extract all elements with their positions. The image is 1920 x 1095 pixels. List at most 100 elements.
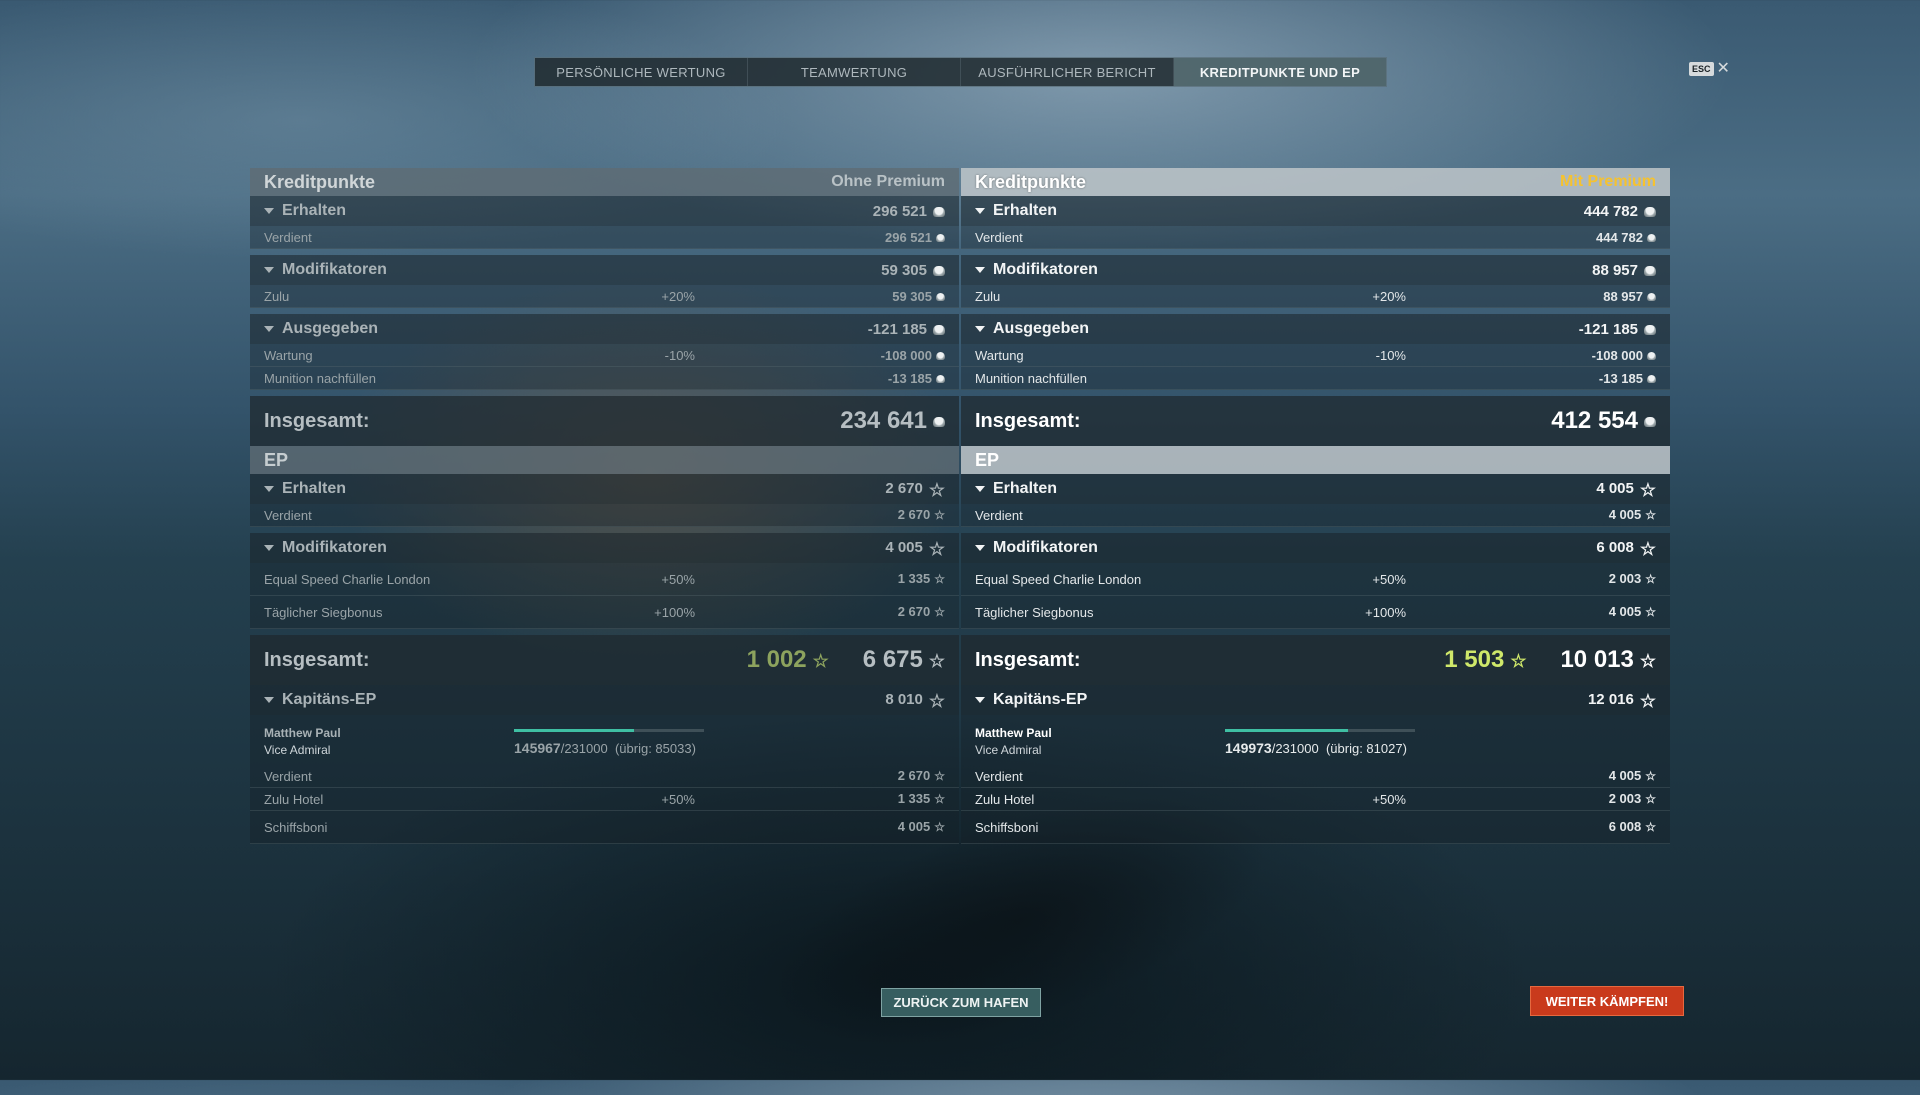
row-value: 2 670 ☆ — [897, 506, 945, 523]
row-label: Verdient — [975, 229, 1023, 245]
captain-row-earned: Verdient 2 670 ☆ — [250, 765, 959, 788]
total-value: 6 675 ☆ — [862, 646, 945, 673]
xp-star-icon: ☆ — [1645, 820, 1656, 835]
credits-coin-icon — [1647, 293, 1656, 302]
captain-rank: Vice Admiral — [264, 743, 331, 757]
credits-coin-icon — [1647, 375, 1656, 384]
row-label: Täglicher Siegbonus — [264, 604, 383, 620]
xp-star-icon: ☆ — [1510, 650, 1527, 671]
xp-earned-section[interactable]: Erhalten 2 670 ☆ — [250, 474, 959, 504]
section-label: Erhalten — [993, 202, 1058, 219]
continue-battle-button[interactable]: WEITER KÄMPFEN! — [1530, 986, 1684, 1016]
back-to-port-button[interactable]: ZURÜCK ZUM HAFEN — [881, 988, 1041, 1017]
credits-spent-section[interactable]: Ausgegeben -121 185 — [250, 314, 959, 344]
section-label: Modifikatoren — [282, 261, 387, 278]
captain-xp-section[interactable]: Kapitäns-EP 8 010 ☆ — [250, 685, 959, 715]
credits-modifiers-section[interactable]: Modifikatoren 59 305 — [250, 255, 959, 285]
row-label: Equal Speed Charlie London — [975, 571, 1142, 587]
close-button[interactable]: ESC ✕ — [1689, 60, 1730, 77]
xp-star-icon: ☆ — [934, 572, 945, 587]
row-value: 296 521 — [845, 230, 945, 245]
xp-earned-section[interactable]: Erhalten 4 005 ☆ — [961, 474, 1670, 504]
row-percent: +50% — [661, 791, 695, 807]
account-type-label: Mit Premium — [1559, 173, 1656, 190]
total-label: Insgesamt: — [264, 648, 370, 671]
credits-row-zulu: Zulu +20% 88 957 — [961, 285, 1670, 308]
captain-progress-text: 149973/231000 (übrig: 81027) — [1225, 740, 1407, 756]
triangle-down-icon — [264, 545, 274, 551]
section-value: -121 185 — [1579, 321, 1656, 338]
xp-row-signal-escl: Equal Speed Charlie London +50% 2 003 ☆ — [961, 563, 1670, 596]
free-xp-value: 1 503 ☆ — [1444, 646, 1527, 673]
section-label: Kapitäns-EP — [993, 691, 1088, 708]
xp-star-icon: ☆ — [1645, 769, 1656, 784]
row-percent: +100% — [1365, 604, 1406, 620]
row-value: -108 000 — [1556, 348, 1656, 363]
row-label: Verdient — [264, 229, 312, 245]
captain-info: Matthew Paul Vice Admiral 149973/231000 … — [961, 715, 1670, 765]
captain-row-zulu-hotel: Zulu Hotel +50% 1 335 ☆ — [250, 788, 959, 811]
tab-detailed-report[interactable]: AUSFÜHRLICHER BERICHT — [961, 58, 1174, 86]
captain-progress-bar — [514, 729, 704, 732]
xp-star-icon: ☆ — [1645, 792, 1656, 807]
credits-coin-icon — [933, 265, 945, 276]
section-label: Erhalten — [282, 480, 347, 497]
row-percent: -10% — [664, 347, 695, 363]
xp-star-icon: ☆ — [1645, 572, 1656, 587]
free-xp-value: 1 002 ☆ — [746, 646, 829, 673]
section-value: 59 305 — [881, 262, 945, 279]
row-label: Verdient — [264, 507, 312, 523]
row-value: 1 335 ☆ — [897, 570, 945, 587]
credits-row-earned: Verdient 296 521 — [250, 226, 959, 249]
row-label: Zulu Hotel — [975, 791, 1035, 807]
tab-credits-and-xp[interactable]: KREDITPUNKTE UND EP — [1174, 58, 1386, 86]
credits-earned-section[interactable]: Erhalten 444 782 — [961, 196, 1670, 226]
tab-personal-score[interactable]: PERSÖNLICHE WERTUNG — [535, 58, 748, 86]
captain-row-zulu-hotel: Zulu Hotel +50% 2 003 ☆ — [961, 788, 1670, 811]
xp-modifiers-section[interactable]: Modifikatoren 4 005 ☆ — [250, 533, 959, 563]
xp-modifiers-section[interactable]: Modifikatoren 6 008 ☆ — [961, 533, 1670, 563]
credits-modifiers-section[interactable]: Modifikatoren 88 957 — [961, 255, 1670, 285]
row-percent: +50% — [1372, 791, 1406, 807]
row-label: Equal Speed Charlie London — [264, 571, 431, 587]
credits-total: Insgesamt: 234 641 — [250, 396, 959, 446]
xp-star-icon: ☆ — [1639, 650, 1656, 671]
section-value: 12 016 ☆ — [1587, 690, 1656, 711]
xp-header: EP — [250, 446, 959, 474]
row-value: 444 782 — [1556, 230, 1656, 245]
section-value: 2 670 ☆ — [885, 479, 945, 500]
total-value: 234 641 — [840, 407, 945, 435]
xp-star-icon: ☆ — [928, 650, 945, 671]
section-value: 444 782 — [1584, 203, 1656, 220]
section-label: Ausgegeben — [993, 320, 1090, 337]
xp-star-icon: ☆ — [1639, 690, 1656, 711]
credits-coin-icon — [1647, 352, 1656, 361]
credits-title: Kreditpunkte — [975, 171, 1087, 192]
xp-row-daily-bonus: Täglicher Siegbonus +100% 2 670 ☆ — [250, 596, 959, 629]
row-value: 2 670 ☆ — [897, 767, 945, 784]
xp-row-earned: Verdient 4 005 ☆ — [961, 504, 1670, 527]
credits-coin-icon — [933, 324, 945, 335]
row-value: 2 003 ☆ — [1608, 570, 1656, 587]
row-label: Verdient — [975, 507, 1023, 523]
row-percent: +100% — [654, 604, 695, 620]
credits-coin-icon — [936, 375, 945, 384]
credits-row-zulu: Zulu +20% 59 305 — [250, 285, 959, 308]
row-label: Zulu — [975, 288, 1001, 304]
credits-coin-icon — [1644, 265, 1656, 276]
row-value: 6 008 ☆ — [1608, 818, 1656, 835]
section-value: 8 010 ☆ — [885, 690, 945, 711]
credits-coin-icon — [1644, 416, 1656, 427]
credits-spent-section[interactable]: Ausgegeben -121 185 — [961, 314, 1670, 344]
credits-earned-section[interactable]: Erhalten 296 521 — [250, 196, 959, 226]
captain-xp-section[interactable]: Kapitäns-EP 12 016 ☆ — [961, 685, 1670, 715]
section-label: Modifikatoren — [282, 539, 387, 556]
tab-team-score[interactable]: TEAMWERTUNG — [748, 58, 961, 86]
captain-row-ship-bonus: Schiffsboni 6 008 ☆ — [961, 811, 1670, 844]
row-label: Täglicher Siegbonus — [975, 604, 1094, 620]
close-icon: ✕ — [1716, 60, 1730, 77]
row-percent: +20% — [1372, 288, 1406, 304]
triangle-down-icon — [975, 326, 985, 332]
xp-star-icon: ☆ — [1645, 605, 1656, 620]
row-label: Wartung — [264, 347, 313, 363]
